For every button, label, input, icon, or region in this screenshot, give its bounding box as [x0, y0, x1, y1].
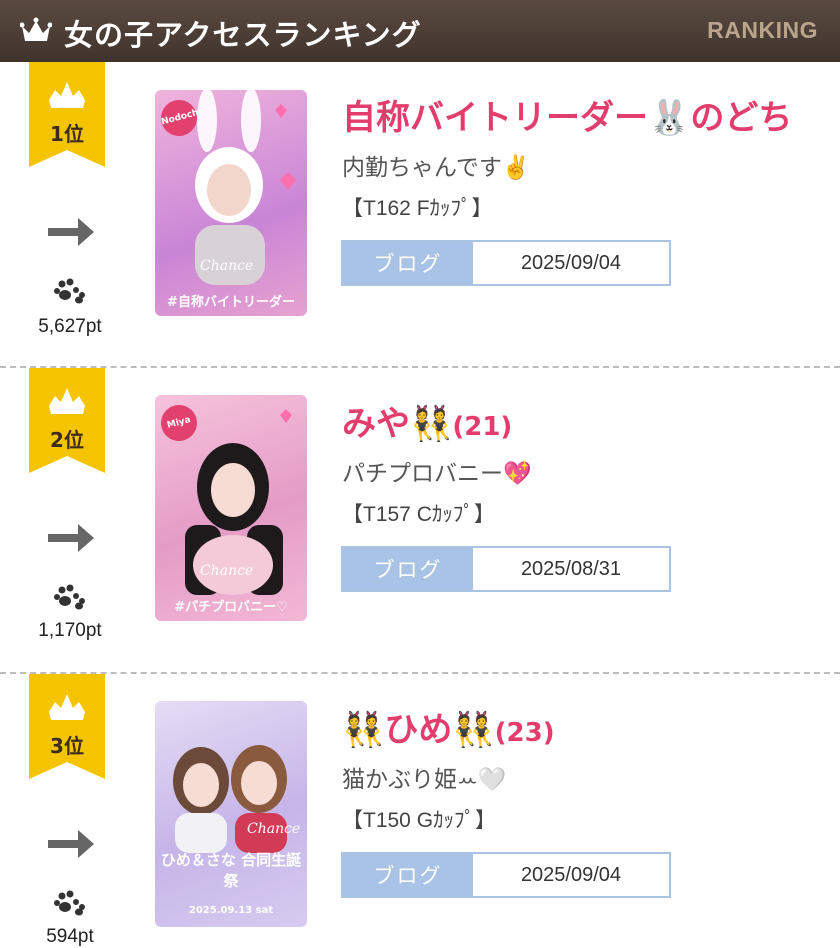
profile-photo[interactable]: Chance ひめ＆さな 合同生誕祭 2025.09.13 sat: [155, 701, 307, 927]
blog-button[interactable]: ブログ: [343, 548, 473, 590]
profile-photo[interactable]: Nodochi Chance #自称バイトリーダー: [155, 90, 307, 316]
crown-icon: [20, 17, 52, 41]
arrow-right-icon: [48, 524, 94, 552]
rank-number: 1位: [50, 122, 84, 146]
blog-link[interactable]: ブログ 2025/08/31: [341, 546, 671, 592]
girl-name[interactable]: 自称バイトリーダー🐰のどち: [342, 98, 792, 138]
catchphrase: パチプロバニー💖: [342, 461, 532, 487]
girl-name[interactable]: みや👯: [342, 404, 452, 444]
photo-caption: #自称バイトリーダー: [167, 295, 295, 310]
ranking-entry: 3位 594pt Chance ひめ＆さな 合同生誕祭 2025.09.13 s…: [0, 674, 840, 947]
blog-date: 2025/09/04: [473, 242, 669, 284]
girl-name-link[interactable]: みや👯(21): [342, 396, 512, 445]
ranking-entry: 2位 1,170pt Miya Chance #パチプロバニー♡ みや👯(21)…: [0, 368, 840, 674]
girl-name-link[interactable]: 👯ひめ👯(23): [342, 702, 555, 751]
rank-number: 2位: [50, 428, 84, 452]
girl-age: (21): [452, 412, 513, 442]
rank-number: 3位: [50, 734, 84, 758]
girl-name[interactable]: 👯ひめ👯: [342, 710, 495, 750]
ranking-header: 女の子アクセスランキング RANKING: [0, 0, 840, 62]
profile-photo[interactable]: Miya Chance #パチプロバニー♡: [155, 395, 307, 621]
arrow-right-icon: [48, 218, 94, 246]
blog-date: 2025/09/04: [473, 854, 669, 896]
photo-caption: #パチプロバニー♡: [174, 600, 288, 615]
catchphrase: 猫かぶり姫ꕀ🤍: [342, 767, 507, 793]
brand-logo: Chance: [247, 821, 301, 837]
rank-badge: 2位: [29, 368, 105, 473]
points-count: 1,170pt: [38, 620, 102, 641]
ranking-entry: 1位 5,627pt Nodochi Chance #自称バイトリーダー 自称バ…: [0, 62, 840, 368]
blog-button[interactable]: ブログ: [343, 854, 473, 896]
photo-caption: ひめ＆さな 合同生誕祭: [160, 851, 302, 890]
blog-link[interactable]: ブログ 2025/09/04: [341, 240, 671, 286]
body-spec: 【T162 Fｶｯﾌﾟ】: [342, 197, 493, 220]
girl-age: (23): [494, 718, 555, 748]
blog-link[interactable]: ブログ 2025/09/04: [341, 852, 671, 898]
body-spec: 【T157 Cｶｯﾌﾟ】: [342, 503, 495, 526]
brand-logo: Chance: [200, 563, 254, 579]
arrow-right-icon: [48, 830, 94, 858]
catchphrase: 内勤ちゃんです✌️: [342, 155, 531, 181]
points-count: 594pt: [46, 926, 94, 947]
paw-icon: [54, 584, 85, 610]
page-title: 女の子アクセスランキング: [64, 18, 422, 52]
brand-logo: Chance: [200, 258, 254, 274]
blog-button[interactable]: ブログ: [343, 242, 473, 284]
photo-subcaption: 2025.09.13 sat: [188, 905, 274, 916]
body-spec: 【T150 Gｶｯﾌﾟ】: [342, 809, 497, 832]
rank-badge: 1位: [29, 62, 105, 167]
ranking-label: RANKING: [707, 17, 818, 43]
paw-icon: [54, 890, 85, 916]
points-count: 5,627pt: [38, 316, 102, 337]
rank-badge: 3位: [29, 674, 105, 779]
girl-name-link[interactable]: 自称バイトリーダー🐰のどち: [342, 90, 792, 139]
blog-date: 2025/08/31: [473, 548, 669, 590]
paw-icon: [54, 278, 85, 304]
